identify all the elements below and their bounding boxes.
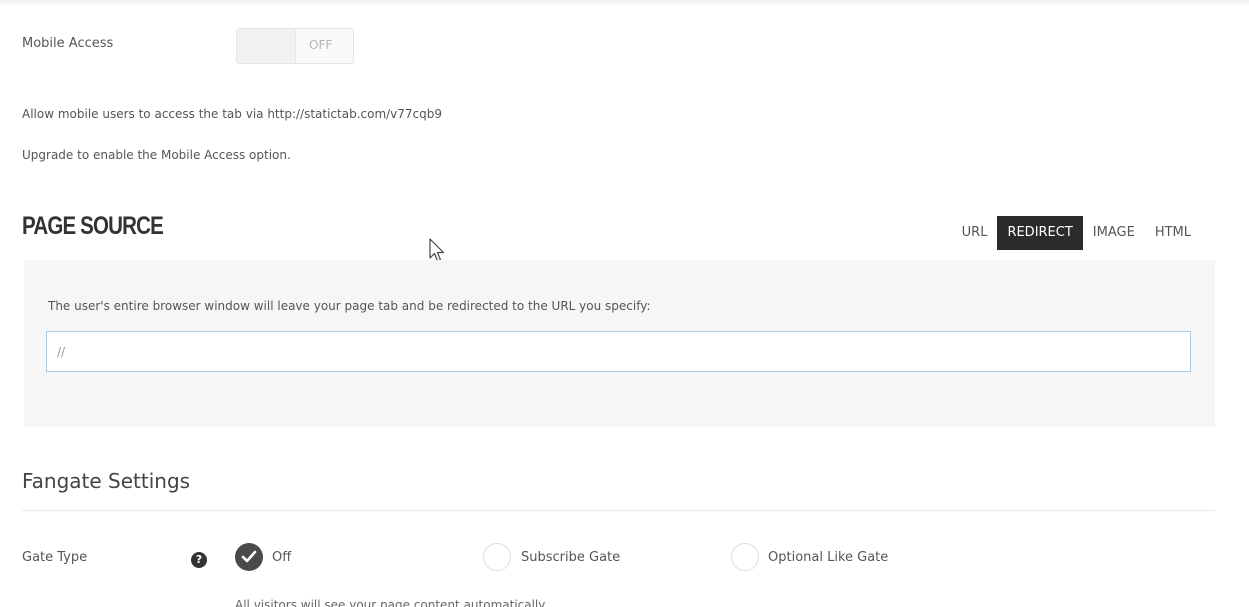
upgrade-notice: Upgrade to enable the Mobile Access opti…	[22, 148, 291, 162]
gate-type-hint: All visitors will see your page content …	[235, 598, 548, 607]
tab-image[interactable]: IMAGE	[1083, 216, 1145, 250]
radio-gate-off[interactable]	[235, 543, 263, 571]
settings-page: Mobile Access OFF Allow mobile users to …	[0, 0, 1249, 607]
mobile-access-label: Mobile Access	[22, 36, 114, 51]
radio-label-subscribe-gate[interactable]: Subscribe Gate	[521, 550, 620, 565]
tab-redirect[interactable]: REDIRECT	[997, 216, 1083, 250]
tab-html[interactable]: HTML	[1145, 216, 1201, 250]
radio-subscribe-gate[interactable]	[483, 543, 511, 571]
redirect-url-input[interactable]	[46, 331, 1191, 372]
page-source-panel: The user's entire browser window will le…	[24, 260, 1215, 427]
fangate-settings-title: Fangate Settings	[22, 469, 191, 493]
toggle-state-text: OFF	[309, 38, 333, 52]
gate-type-label: Gate Type	[22, 550, 88, 565]
page-source-tabs: URL REDIRECT IMAGE HTML	[952, 216, 1201, 250]
radio-label-off[interactable]: Off	[272, 550, 291, 565]
page-source-title: PAGE SOURCE	[22, 212, 164, 240]
help-icon[interactable]: ?	[191, 552, 207, 568]
radio-label-optional-like-gate[interactable]: Optional Like Gate	[768, 550, 888, 565]
radio-optional-like-gate[interactable]	[731, 543, 759, 571]
toggle-knob[interactable]	[237, 29, 296, 63]
tab-url[interactable]: URL	[952, 216, 998, 250]
redirect-description: The user's entire browser window will le…	[48, 299, 651, 313]
section-divider	[22, 510, 1215, 511]
mobile-access-description: Allow mobile users to access the tab via…	[22, 107, 443, 121]
mobile-access-toggle[interactable]: OFF	[236, 28, 354, 64]
top-shadow	[0, 0, 1249, 6]
checkmark-icon	[241, 550, 257, 563]
